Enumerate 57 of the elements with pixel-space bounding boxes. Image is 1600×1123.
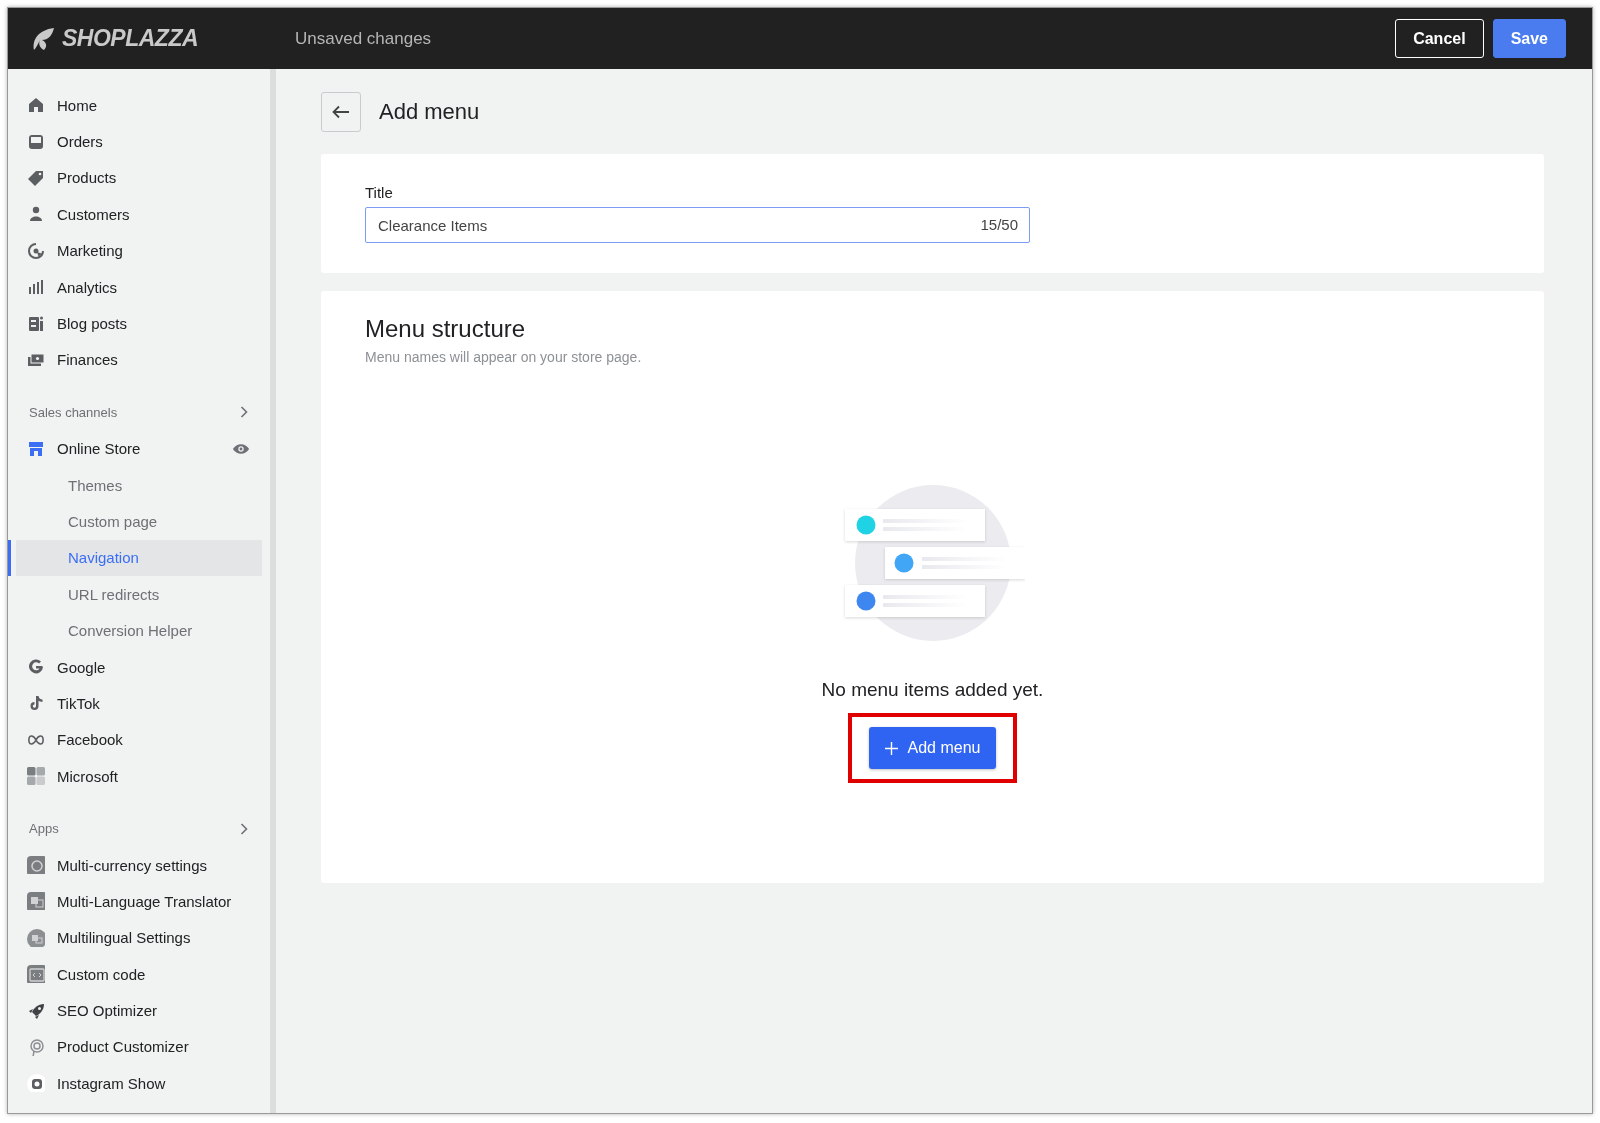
sidebar-item[interactable]: Online Store — [8, 430, 270, 467]
tag-icon — [27, 168, 45, 187]
section-title: Menu structure — [365, 315, 527, 343]
camera-icon — [27, 1074, 45, 1093]
empty-state-text: No menu items added yet. — [821, 679, 1044, 701]
sidebar-item[interactable]: Analytics — [8, 268, 270, 306]
sidebar-subitem[interactable]: URL redirects — [8, 576, 262, 613]
code-window-icon — [27, 965, 45, 984]
cancel-button[interactable]: Cancel — [1395, 19, 1484, 58]
sidebar-subitem[interactable]: Navigation — [8, 539, 262, 577]
logo-text: SHOPLAZZA — [62, 25, 199, 52]
rocket-icon — [27, 1001, 45, 1020]
sidebar-item[interactable]: Orders — [8, 123, 270, 160]
sidebar-item[interactable]: Instagram Show — [8, 1065, 270, 1102]
sidebar-item[interactable]: Multi-Language Translator — [8, 883, 270, 920]
storefront-icon — [27, 439, 45, 458]
section-heading: Apps — [29, 821, 59, 837]
four-squares-icon — [27, 767, 45, 786]
home-icon — [27, 96, 45, 115]
app-icon — [27, 856, 45, 874]
arrow-left-icon — [332, 105, 350, 119]
sidebar-subitem[interactable]: Conversion Helper — [8, 612, 262, 649]
sidebar-item[interactable]: Marketing — [8, 232, 270, 269]
sidebar-item[interactable]: Blog posts — [8, 305, 270, 342]
sidebar-item[interactable]: Customers — [8, 196, 270, 233]
sidebar-item[interactable]: TikTok — [8, 685, 270, 722]
inbox-icon — [27, 132, 45, 151]
sidebar-item[interactable]: Multi-currency settings — [8, 846, 270, 884]
translate-icon — [27, 892, 45, 911]
sidebar-item[interactable]: SEO Optimizer — [8, 992, 270, 1029]
sidebar-item[interactable]: Microsoft — [8, 758, 270, 795]
person-icon — [27, 205, 45, 224]
sidebar-item[interactable]: Custom code — [8, 956, 270, 993]
sidebar-subitem[interactable]: Themes — [8, 466, 262, 504]
sidebar-item[interactable]: Facebook — [8, 721, 270, 759]
status-text: Unsaved changes — [295, 28, 433, 49]
translate-icon — [27, 928, 45, 947]
save-button[interactable]: Save — [1492, 19, 1566, 58]
add-menu-button[interactable]: Add menu — [868, 727, 997, 769]
plus-icon — [884, 741, 898, 755]
document-icon — [27, 314, 45, 333]
sidebar-item[interactable]: Finances — [8, 341, 270, 379]
section-heading: Sales channels — [29, 404, 118, 420]
back-button[interactable] — [321, 92, 361, 132]
sidebar-item[interactable]: Products — [8, 159, 270, 197]
sidebar-subitem[interactable]: Custom page — [8, 503, 262, 540]
field-label: Title — [365, 184, 394, 201]
page-title: Add menu — [379, 99, 480, 125]
sidebar-item[interactable]: Product Customizer — [8, 1028, 270, 1066]
sidebar-item[interactable]: Multilingual Settings — [8, 919, 270, 956]
sidebar-item[interactable]: Home — [8, 87, 270, 124]
bar-chart-icon — [27, 278, 45, 297]
section-subtitle: Menu names will appear on your store page. — [365, 349, 643, 365]
character-counter: 15/50 — [980, 216, 1018, 233]
chevron-right-icon[interactable] — [240, 406, 248, 419]
sidebar-item[interactable]: Google — [8, 648, 270, 686]
chevron-right-icon[interactable] — [240, 822, 248, 835]
